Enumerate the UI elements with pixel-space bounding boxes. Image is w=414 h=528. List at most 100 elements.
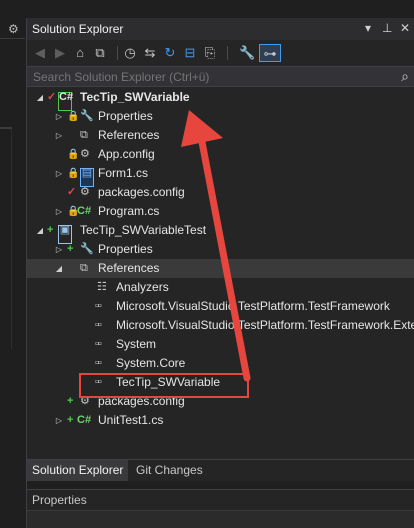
config-file-icon: ⚙ — [80, 395, 90, 407]
tree-item-project[interactable]: ◢ ✓ C# TecTip_SWVariable — [27, 88, 414, 111]
expanded-icon[interactable]: ◢ — [35, 221, 45, 240]
properties-title: Properties — [32, 493, 87, 507]
tree-item-label: UnitTest1.cs — [98, 413, 164, 427]
divider — [0, 38, 25, 39]
divider — [11, 129, 12, 349]
tree-item-file[interactable]: ▷ 🔒 C# Program.cs — [27, 202, 414, 221]
tree-item-file[interactable]: 🔒 ⚙ App.config — [27, 145, 414, 164]
solution-tree: ◢ ✓ C# TecTip_SWVariable ▷ 🔒 🔧 Propertie… — [27, 88, 414, 458]
close-icon[interactable]: ✕ — [400, 21, 410, 35]
tree-item-label: Microsoft.VisualStudio.TestPlatform.Test… — [116, 318, 414, 332]
panel-tabs: Solution Explorer Git Changes — [27, 459, 414, 481]
lock-icon: 🔒 — [67, 111, 80, 122]
tree-item-assembly[interactable]: ▫▫ System.Core — [27, 354, 414, 373]
tree-item-label: Properties — [98, 242, 153, 256]
panel-title: Solution Explorer — [32, 22, 124, 36]
collapsed-icon[interactable]: ▷ — [54, 202, 64, 221]
tree-item-properties[interactable]: ▷ 🔒 🔧 Properties — [27, 107, 414, 126]
pin-icon[interactable]: ⊥ — [382, 21, 392, 35]
editor-strip: ⚙ — [0, 0, 25, 528]
config-file-icon: ⚙ — [80, 186, 90, 198]
tab-solution-explorer[interactable]: Solution Explorer — [27, 460, 129, 481]
assembly-icon: ▫▫ — [95, 300, 102, 312]
tree-item-references[interactable]: ▷ ⧉ References — [27, 126, 414, 145]
csharp-file-icon: C# — [77, 205, 92, 217]
tree-item-file[interactable]: ▷ + C# UnitTest1.cs — [27, 411, 414, 430]
forward-icon[interactable]: ▶ — [53, 44, 67, 62]
tree-item-analyzers[interactable]: ☷ Analyzers — [27, 278, 414, 297]
wrench-icon: 🔧 — [80, 243, 94, 255]
collapse-all-icon[interactable]: ⊟ — [183, 44, 197, 62]
preview-icon[interactable]: ⊶ — [259, 44, 281, 62]
collapsed-icon[interactable]: ▷ — [54, 164, 64, 183]
collapsed-icon[interactable]: ▷ — [54, 411, 64, 430]
toolbar: ◀ ▶ ⌂ ⧉ ◷ ⇆ ↻ ⊟ ⎘ 🔧 ⊶ — [27, 40, 414, 66]
checked-out-icon: ✓ — [47, 91, 57, 103]
expanded-icon[interactable]: ◢ — [35, 88, 45, 107]
tree-item-label: Microsoft.VisualStudio.TestPlatform.Test… — [116, 299, 390, 313]
search-icon[interactable]: ⌕ — [401, 68, 409, 85]
assembly-icon: ▫▫ — [95, 376, 102, 388]
properties-toolbar — [27, 510, 414, 528]
tree-item-file[interactable]: + ⚙ packages.config — [27, 392, 414, 411]
wrench-icon: 🔧 — [80, 110, 94, 122]
config-file-icon: ⚙ — [80, 148, 90, 160]
home-icon[interactable]: ⌂ — [73, 44, 87, 62]
tree-item-label: App.config — [98, 147, 155, 161]
tree-item-label: System.Core — [116, 356, 186, 370]
lock-icon: 🔒 — [67, 168, 80, 179]
tree-item-label: TecTip_SWVariable — [116, 375, 221, 389]
tree-item-project[interactable]: ◢ + ▣ TecTip_SWVariableTest — [27, 221, 414, 244]
collapsed-icon[interactable]: ▷ — [54, 107, 64, 126]
tree-item-assembly[interactable]: ▫▫ TecTip_SWVariable — [27, 373, 414, 392]
tree-item-label: References — [98, 128, 160, 142]
checked-out-icon: ✓ — [67, 186, 77, 198]
search-bar: ⌕ — [27, 66, 414, 87]
tree-item-label: Properties — [98, 109, 153, 123]
csharp-file-icon: C# — [77, 414, 92, 426]
tree-item-file[interactable]: ✓ ⚙ packages.config — [27, 183, 414, 202]
collapsed-icon[interactable]: ▷ — [54, 126, 64, 145]
refresh-icon[interactable]: ↻ — [163, 44, 177, 62]
tree-item-references[interactable]: ◢ ⧉ References — [27, 259, 414, 278]
properties-panel: Properties — [27, 489, 414, 528]
tree-item-label: packages.config — [98, 185, 185, 199]
expanded-icon[interactable]: ◢ — [54, 259, 64, 278]
added-icon: + — [47, 224, 54, 236]
history-icon[interactable]: ◷ — [123, 44, 137, 62]
added-icon: + — [67, 395, 74, 407]
tree-item-label: System — [116, 337, 157, 351]
tree-item-label: References — [98, 261, 160, 275]
assembly-icon: ▫▫ — [95, 319, 102, 331]
toolbar-separator — [227, 46, 228, 60]
tree-item-label: TecTip_SWVariableTest — [80, 223, 207, 237]
properties-icon[interactable]: 🔧 — [239, 44, 255, 62]
assembly-icon: ▫▫ — [95, 357, 102, 369]
back-icon[interactable]: ◀ — [33, 44, 47, 62]
tree-item-assembly[interactable]: ▫▫ Microsoft.VisualStudio.TestPlatform.T… — [27, 297, 414, 316]
references-icon: ⧉ — [80, 262, 88, 274]
tree-item-assembly[interactable]: ▫▫ System — [27, 335, 414, 354]
toolbar-separator — [117, 46, 118, 60]
tree-item-label: Form1.cs — [98, 166, 149, 180]
panel-titlebar: Solution Explorer ▾ ⊥ ✕ — [27, 18, 414, 40]
tree-item-properties[interactable]: ▷ + 🔧 Properties — [27, 240, 414, 259]
lock-icon: 🔒 — [67, 149, 80, 160]
search-input[interactable] — [33, 69, 383, 85]
show-all-files-icon[interactable]: ⎘ — [203, 44, 217, 62]
tree-item-assembly[interactable]: ▫▫ Microsoft.VisualStudio.TestPlatform.T… — [27, 316, 414, 335]
tree-item-label: Analyzers — [116, 280, 169, 294]
tree-item-file[interactable]: ▷ 🔒 ▤ Form1.cs — [27, 164, 414, 187]
tab-git-changes[interactable]: Git Changes — [131, 460, 208, 481]
chevron-down-icon[interactable]: ▾ — [365, 21, 371, 35]
gear-icon[interactable]: ⚙ — [8, 22, 19, 36]
tree-item-label: packages.config — [98, 394, 185, 408]
added-icon: + — [67, 414, 74, 426]
solution-explorer-panel: Solution Explorer ▾ ⊥ ✕ ◀ ▶ ⌂ ⧉ ◷ ⇆ ↻ ⊟ … — [26, 18, 414, 528]
tree-item-label: TecTip_SWVariable — [80, 90, 190, 104]
switch-views-icon[interactable]: ⧉ — [93, 44, 107, 62]
collapsed-icon[interactable]: ▷ — [54, 240, 64, 259]
sync-icon[interactable]: ⇆ — [143, 44, 157, 62]
assembly-icon: ▫▫ — [95, 338, 102, 350]
added-icon: + — [67, 243, 74, 255]
